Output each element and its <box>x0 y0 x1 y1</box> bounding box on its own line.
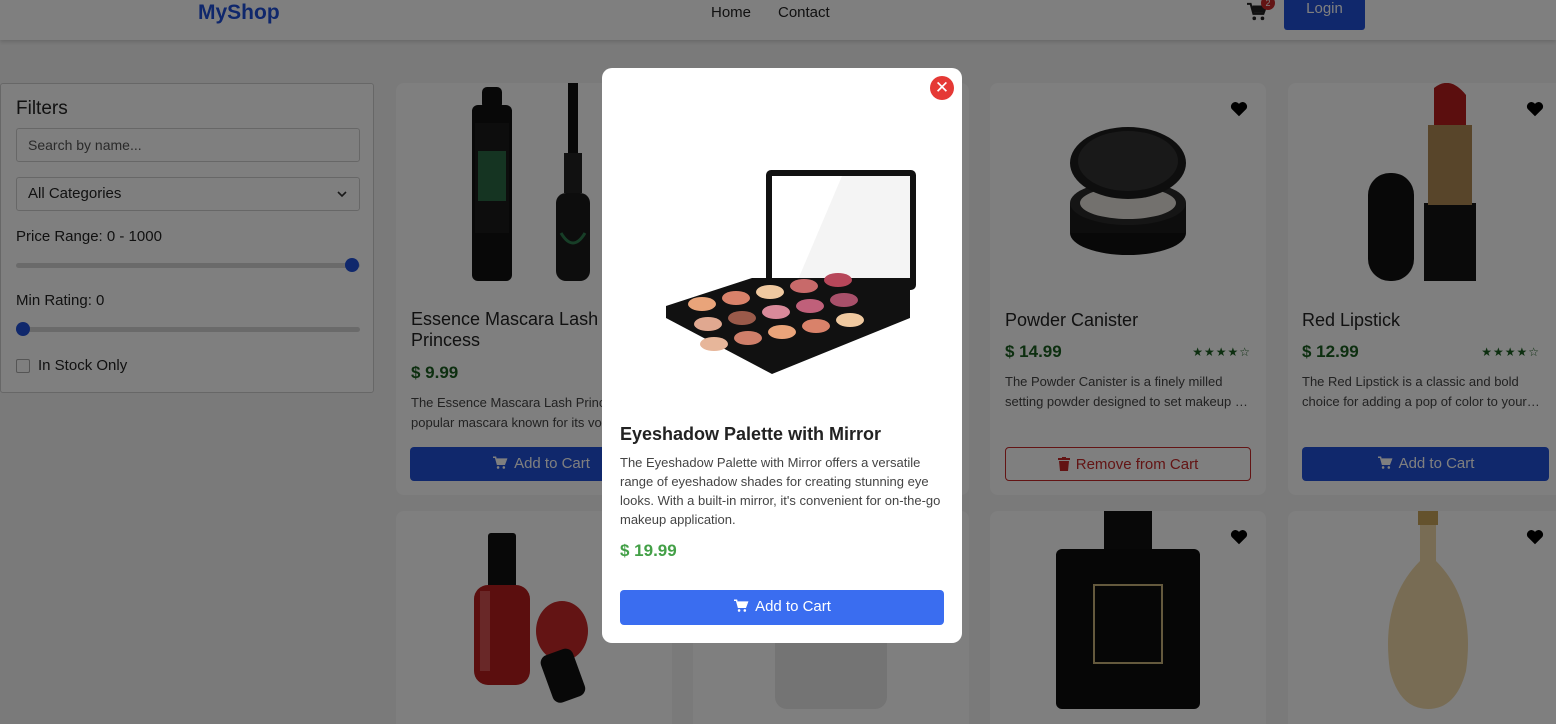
eyeshadow-pan <box>768 325 796 339</box>
eyeshadow-pan <box>830 293 858 307</box>
close-icon[interactable]: ✕ <box>930 76 954 100</box>
modal-title: Eyeshadow Palette with Mirror <box>620 424 882 444</box>
eyeshadow-pan <box>734 331 762 345</box>
modal-price: $ 19.99 <box>620 541 677 560</box>
eyeshadow-pan <box>688 297 716 311</box>
eyeshadow-pan <box>836 313 864 327</box>
eyeshadow-pan <box>762 305 790 319</box>
product-detail-modal: ✕ Eyeshadow Palette with Mirror The Eyes… <box>602 68 962 643</box>
eyeshadow-pan <box>756 285 784 299</box>
eyeshadow-pan <box>802 319 830 333</box>
eyeshadow-pan <box>700 337 728 351</box>
eyeshadow-pan <box>722 291 750 305</box>
eyeshadow-pan <box>728 311 756 325</box>
modal-product-image <box>642 128 942 398</box>
modal-add-to-cart-button[interactable]: Add to Cart <box>620 590 944 625</box>
cart-icon <box>734 599 749 612</box>
eyeshadow-pan <box>790 279 818 293</box>
eyeshadow-pan <box>796 299 824 313</box>
modal-description: The Eyeshadow Palette with Mirror offers… <box>620 455 941 527</box>
eyeshadow-pan <box>824 273 852 287</box>
eyeshadow-pan <box>694 317 722 331</box>
